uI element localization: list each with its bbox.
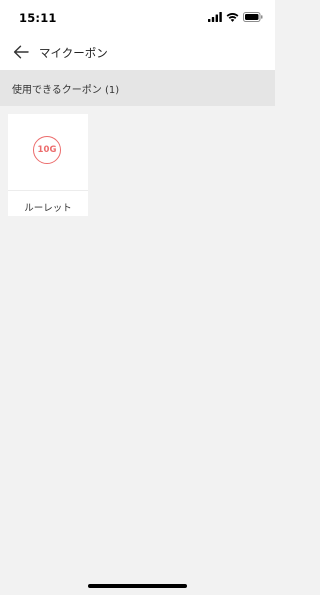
- home-indicator: [88, 584, 187, 588]
- nav-bar: マイクーポン: [0, 34, 275, 70]
- status-icons: [208, 12, 263, 22]
- status-time: 15:11: [19, 11, 57, 25]
- coupon-name: ルーレット: [24, 203, 72, 214]
- coupon-divider: [8, 190, 88, 191]
- page-title: マイクーポン: [39, 46, 108, 60]
- section-header: 使用できるクーポン (1): [0, 70, 275, 106]
- coupon-card[interactable]: 10G ルーレット: [8, 114, 88, 216]
- coupon-badge: 10G: [33, 136, 61, 164]
- status-bar: 15:11: [0, 0, 275, 34]
- signal-icon: [208, 12, 222, 22]
- arrow-left-icon: [13, 45, 29, 59]
- coupon-badge-text: 10G: [37, 145, 57, 155]
- section-title: 使用できるクーポン (1): [12, 85, 120, 96]
- battery-icon: [243, 12, 263, 22]
- back-button[interactable]: [10, 42, 32, 62]
- wifi-icon: [226, 13, 239, 22]
